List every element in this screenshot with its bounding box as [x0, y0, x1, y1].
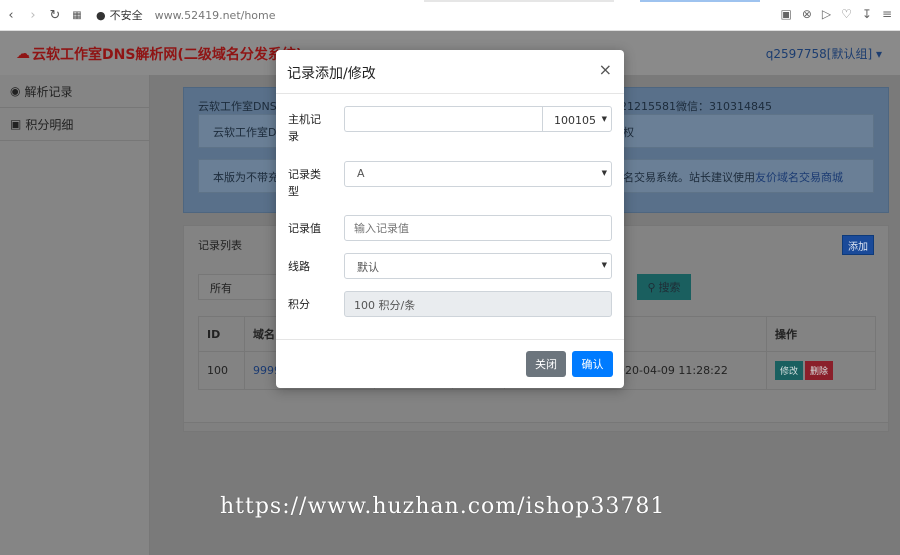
menu-icon[interactable]: ≡ — [882, 7, 892, 21]
back-icon[interactable]: ‹ — [0, 4, 22, 26]
download-icon[interactable]: ↧ — [862, 7, 872, 21]
tab-indicator — [424, 0, 614, 2]
modal-footer: 关闭 确认 — [276, 339, 624, 388]
record-type-select[interactable]: A ▼ — [344, 161, 612, 187]
modal-title: 记录添加/修改 — [287, 66, 376, 82]
chevron-down-icon: ▼ — [601, 115, 607, 123]
info-box-2-text: 本版为不带充 — [213, 171, 279, 184]
chevron-down-icon: ▼ — [601, 261, 607, 269]
cell-id: 100 — [198, 351, 245, 390]
value-label: 记录值 — [288, 222, 321, 235]
col-id: ID — [198, 316, 245, 352]
search-icon: ⚲ — [647, 280, 656, 294]
address-bar[interactable]: ● 不安全 www.52419.net/home — [96, 7, 276, 23]
url-text[interactable]: www.52419.net/home — [155, 9, 276, 22]
add-record-button[interactable]: 添加 — [842, 235, 874, 255]
sidebar-item-label: 积分明细 — [25, 117, 74, 132]
type-label: 记录类型 — [288, 168, 321, 198]
sidebar: ◉ 解析记录 ▣ 积分明细 — [0, 75, 150, 555]
brand-text: 云软工作室DNS解析网(二级域名分发系统) — [32, 47, 303, 63]
info-contact: 21215581微信：310314845 — [620, 100, 772, 113]
reload-icon[interactable]: ↻ — [44, 4, 66, 26]
record-modal: 记录添加/修改 × 主机记录 100105 ▼ 记录类型 A ▼ 记录值 线路 … — [276, 50, 624, 388]
host-input[interactable] — [344, 106, 542, 132]
sidebar-item-points[interactable]: ▣ 积分明细 — [0, 108, 149, 141]
info-box-1-tail: 权 — [623, 126, 634, 139]
record-value-input[interactable] — [344, 215, 612, 241]
info-box-2-desc: 名交易系统。站长建议使用 — [623, 171, 755, 184]
sidebar-item-label: 解析记录 — [24, 84, 73, 99]
mall-link[interactable]: 友价域名交易商城 — [755, 171, 843, 184]
forward-icon[interactable]: › — [22, 4, 44, 26]
list-footer — [183, 422, 889, 432]
line-value: 默认 — [357, 261, 379, 274]
points-field: 100 积分/条 — [344, 291, 612, 317]
send-icon[interactable]: ▷ — [822, 7, 831, 21]
record-type-value: A — [357, 167, 365, 180]
info-box-1-text: 云软工作室D — [213, 126, 277, 139]
watermark-text: https://www.huzhan.com/ishop33781 — [220, 494, 666, 519]
edit-button[interactable]: 修改 — [775, 361, 804, 380]
user-menu[interactable]: q2597758[默认组] ▾ — [766, 45, 882, 62]
apps-icon[interactable]: ▦ — [66, 4, 88, 26]
search-button[interactable]: ⚲ 搜索 — [637, 274, 691, 300]
list-title: 记录列表 — [198, 239, 242, 252]
line-label: 线路 — [288, 260, 310, 273]
col-actions: 操作 — [766, 316, 876, 352]
domain-suffix-select[interactable]: 100105 ▼ — [542, 106, 612, 132]
info-box-2-tail: 名交易系统。站长建议使用友价域名交易商城 — [623, 169, 843, 185]
security-label: 不安全 — [109, 9, 143, 22]
domain-suffix-value: 100105 — [554, 114, 596, 127]
tab-indicator-active — [640, 0, 760, 2]
browser-toolbar: ‹ › ↻ ▦ ● 不安全 www.52419.net/home ▣ ⊗ ▷ ♡… — [0, 0, 900, 31]
cloud-icon: ☁ — [16, 46, 30, 62]
globe-icon: ◉ — [10, 84, 21, 98]
line-select[interactable]: 默认 ▼ — [344, 253, 612, 279]
chevron-down-icon: ▼ — [601, 169, 607, 177]
host-label: 主机记录 — [288, 113, 321, 143]
globe-icon: ● — [96, 8, 106, 22]
sidebar-item-records[interactable]: ◉ 解析记录 — [0, 75, 149, 108]
info-line: 云软工作室DNS — [198, 100, 277, 113]
close-icon[interactable]: × — [599, 62, 612, 78]
heart-icon[interactable]: ♡ — [841, 7, 852, 21]
user-name: q2597758[默认组] — [765, 47, 873, 61]
modal-header: 记录添加/修改 × — [276, 50, 624, 94]
points-label: 积分 — [288, 298, 310, 311]
cell-actions: 修改 删除 — [766, 351, 876, 390]
site-brand[interactable]: ☁ 云软工作室DNS解析网(二级域名分发系统) — [16, 44, 302, 64]
search-label: 搜索 — [658, 281, 681, 294]
delete-button[interactable]: 删除 — [805, 361, 834, 380]
cube-icon: ▣ — [10, 117, 22, 131]
confirm-button[interactable]: 确认 — [572, 351, 613, 377]
camera-icon[interactable]: ▣ — [780, 7, 791, 21]
close-button[interactable]: 关闭 — [526, 351, 566, 377]
block-icon[interactable]: ⊗ — [802, 7, 812, 21]
